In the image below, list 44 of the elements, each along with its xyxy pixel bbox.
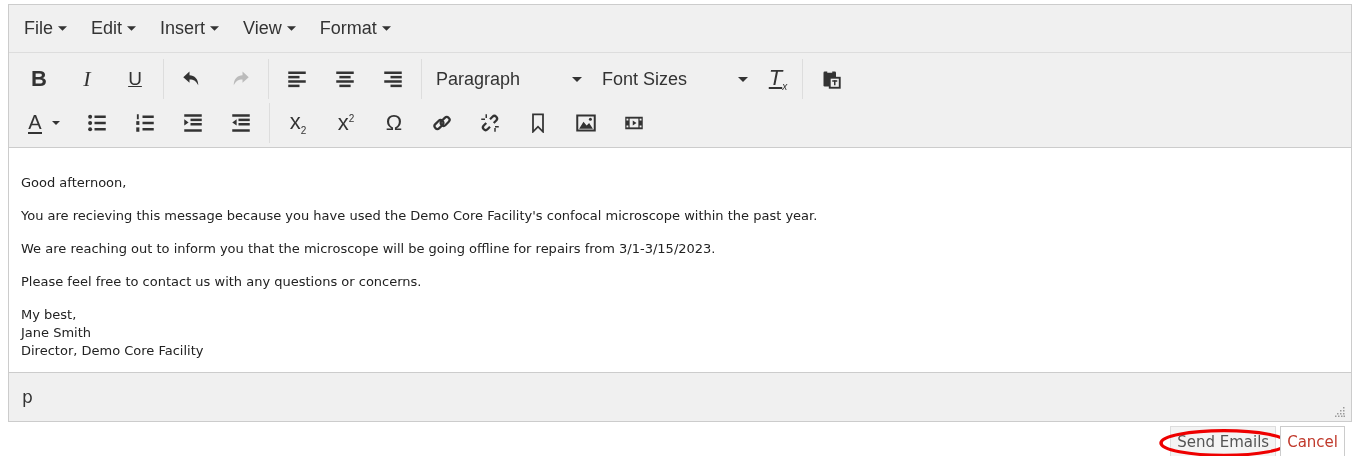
menu-item[interactable]: File <box>15 14 76 43</box>
outdent-icon <box>231 113 251 133</box>
bullet-list-icon <box>87 113 107 133</box>
message-text: My best, <box>21 306 78 324</box>
message-text: Jane Smith <box>21 324 93 342</box>
text-color-button[interactable]: A <box>15 106 73 140</box>
message-text: Good afternoon, <box>21 174 128 192</box>
link-icon <box>432 113 452 133</box>
format-button[interactable]: Ω <box>370 106 418 140</box>
caret-icon <box>210 26 220 31</box>
align-right-icon <box>383 69 403 89</box>
caret-icon <box>51 121 60 125</box>
caret-icon <box>572 76 582 82</box>
format-button[interactable]: B <box>15 62 63 96</box>
caret-icon <box>286 26 296 31</box>
menu-item[interactable]: Format <box>310 14 400 43</box>
caret-icon <box>381 26 391 31</box>
format-button[interactable]: I <box>63 62 111 96</box>
menu-item[interactable]: Insert <box>151 14 229 43</box>
format-dropdown[interactable]: Font Sizes <box>592 62 758 96</box>
cancel-button[interactable]: Cancel <box>1280 426 1345 456</box>
numbered-list-icon <box>135 113 155 133</box>
format-button[interactable]: x$^{2}$ <box>322 106 370 140</box>
unlink-icon <box>480 113 500 133</box>
element-path: p <box>22 387 33 407</box>
caret-icon <box>738 76 748 82</box>
message-text: You are recieving this message because you have used the Demo Core Facility's confocal microscope within the past year. <box>21 207 819 225</box>
format-button[interactable]: T$_{x}$ <box>758 62 798 96</box>
menu-item[interactable]: Edit <box>82 14 146 43</box>
paste-icon <box>821 69 841 89</box>
message-text: Director, Demo Core Facility <box>21 342 205 360</box>
image-icon <box>576 113 596 133</box>
resize-grip-icon[interactable] <box>1335 407 1345 417</box>
message-text: Please feel free to contact us with any questions or concerns. <box>21 273 423 291</box>
indent-icon <box>183 113 203 133</box>
format-button[interactable]: U <box>111 62 159 96</box>
caret-icon <box>127 26 137 31</box>
align-center-icon <box>335 69 355 89</box>
message-text: We are reaching out to inform you that the microscope will be going offline for repairs from 3/1-3/15/2023. <box>21 240 717 258</box>
format-dropdown[interactable]: Paragraph <box>426 62 592 96</box>
caret-icon <box>58 26 67 31</box>
menu-item[interactable]: View <box>234 14 305 43</box>
format-button[interactable]: x$_{2}$ <box>274 106 322 140</box>
align-left-icon <box>287 69 307 89</box>
